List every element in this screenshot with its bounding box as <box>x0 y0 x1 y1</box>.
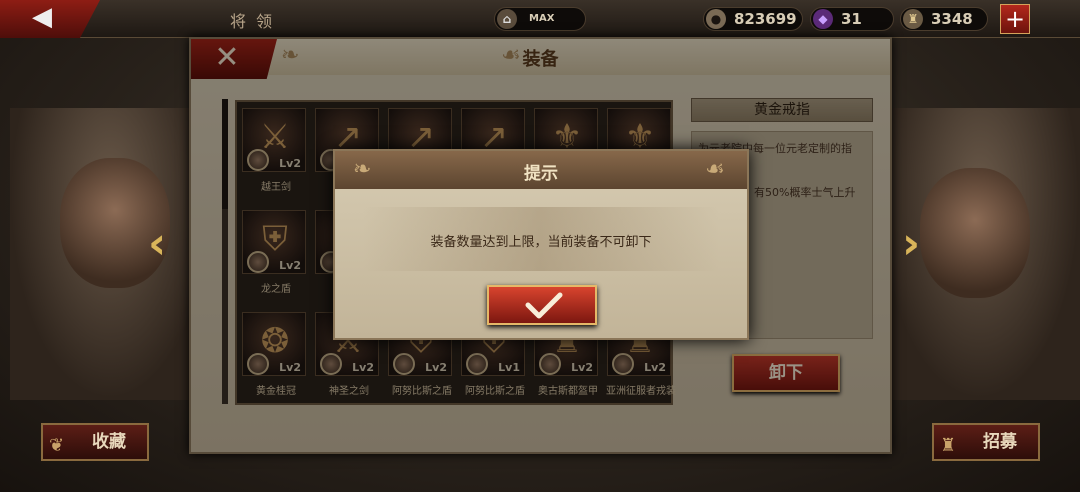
recruit-label: 招募 <box>983 432 1017 452</box>
recruit-button[interactable]: ♜ 招募 <box>932 423 1040 461</box>
capacity-label: MAX <box>529 13 555 24</box>
left-general-portrait[interactable] <box>10 108 210 400</box>
confirm-button[interactable] <box>487 285 597 325</box>
back-button[interactable]: ◀ <box>0 0 100 38</box>
troop-value: 3348 <box>931 10 973 28</box>
helmet-icon: ♜ <box>903 9 923 29</box>
laurel-icon: ❦ <box>49 435 65 456</box>
gem-icon: ◆ <box>813 9 833 29</box>
capacity-indicator: ⌂ MAX <box>494 7 586 31</box>
favorite-label: 收藏 <box>92 432 126 452</box>
helmet-plus-icon: ♜ <box>940 435 957 456</box>
gold-value: 823699 <box>734 10 797 28</box>
gold-counter: ● 823699 <box>703 7 803 31</box>
troop-counter: ♜ 3348 <box>900 7 988 31</box>
checkmark-icon <box>525 292 563 319</box>
back-arrow-icon: ◀ <box>32 2 52 32</box>
page-title: 将领 <box>230 12 283 31</box>
building-icon: ⌂ <box>497 9 517 29</box>
dialog-title: 提示 <box>524 164 558 184</box>
prev-general-arrow-icon[interactable]: ‹ <box>148 218 166 269</box>
dialog-message: 装备数量达到上限，当前装备不可卸下 <box>430 235 652 250</box>
laurel-right-icon: ☙ <box>705 157 725 182</box>
coin-icon: ● <box>706 9 726 29</box>
gem-value: 31 <box>841 10 862 28</box>
next-general-arrow-icon[interactable]: › <box>902 218 920 269</box>
alert-dialog: ❧ 提示 ☙ 装备数量达到上限，当前装备不可卸下 <box>333 149 749 340</box>
general-head <box>920 168 1030 298</box>
favorite-button[interactable]: ❦ 收藏 <box>41 423 149 461</box>
add-resource-button[interactable]: + <box>1000 4 1030 34</box>
dialog-header: ❧ 提示 ☙ <box>335 151 747 189</box>
top-bar: ◀ 将领 ⌂ MAX ● 823699 ◆ 31 ♜ 3348 + <box>0 0 1080 38</box>
gem-counter: ◆ 31 <box>810 7 894 31</box>
